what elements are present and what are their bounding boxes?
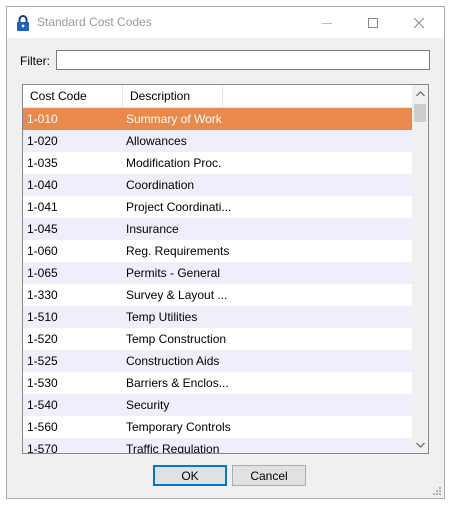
column-header-cost-code[interactable]: Cost Code [23,85,123,107]
cost-code-cell: 1-525 [27,354,58,368]
description-cell: Insurance [126,222,179,236]
padlock-icon [17,15,29,31]
table-row[interactable]: 1-045 Insurance [23,218,412,240]
scroll-down-button[interactable] [412,436,428,453]
table-row[interactable]: 1-520 Temp Construction [23,328,412,350]
description-cell: Summary of Work [126,112,222,126]
cost-code-cell: 1-330 [27,288,58,302]
cost-code-cell: 1-020 [27,134,58,148]
table-row[interactable]: 1-065 Permits - General [23,262,412,284]
close-button[interactable] [396,7,442,38]
table-row[interactable]: 1-010 Summary of Work [23,108,412,130]
table-row[interactable]: 1-060 Reg. Requirements [23,240,412,262]
dialog-window: Standard Cost Codes Filter: Cost Code De… [6,6,445,499]
description-cell: Barriers & Enclos... [126,376,229,390]
ok-button[interactable]: OK [153,465,227,486]
filter-input[interactable] [56,50,430,70]
description-cell: Temp Construction [126,332,227,346]
description-cell: Allowances [126,134,187,148]
column-header-description[interactable]: Description [123,85,223,107]
table-row[interactable]: 1-020 Allowances [23,130,412,152]
description-cell: Survey & Layout ... [126,288,228,302]
cost-code-cell: 1-065 [27,266,58,280]
cost-code-cell: 1-045 [27,222,58,236]
table-row[interactable]: 1-525 Construction Aids [23,350,412,372]
cost-code-cell: 1-540 [27,398,58,412]
description-cell: Reg. Requirements [126,244,230,258]
table-row[interactable]: 1-570 Traffic Regulation [23,438,412,453]
cost-code-cell: 1-035 [27,156,58,170]
minimize-icon [322,22,332,24]
description-cell: Modification Proc. [126,156,222,170]
title-bar[interactable]: Standard Cost Codes [7,7,444,38]
table-row[interactable]: 1-040 Coordination [23,174,412,196]
scroll-up-button[interactable] [412,85,428,102]
scroll-thumb[interactable] [414,104,426,122]
cost-code-cell: 1-560 [27,420,58,434]
description-cell: Security [126,398,170,412]
maximize-button[interactable] [350,7,396,38]
description-cell: Traffic Regulation [126,442,220,453]
cost-code-cell: 1-520 [27,332,58,346]
chevron-down-icon [415,442,425,448]
close-icon [414,17,424,28]
description-cell: Permits - General [126,266,221,280]
table-row[interactable]: 1-540 Security [23,394,412,416]
cost-code-cell: 1-570 [27,442,58,453]
grid-header: Cost Code Description [23,85,412,108]
table-row[interactable]: 1-330 Survey & Layout ... [23,284,412,306]
cost-code-cell: 1-060 [27,244,58,258]
grid-rows: 1-010 Summary of Work 1-020 Allowances 1-035… [23,108,412,453]
description-cell: Project Coordinati... [126,200,232,214]
minimize-button[interactable] [304,7,350,38]
vertical-scrollbar[interactable] [412,85,428,453]
cost-code-cell: 1-041 [27,200,58,214]
table-row[interactable]: 1-560 Temporary Controls [23,416,412,438]
description-cell: Construction Aids [126,354,220,368]
cost-code-grid[interactable]: Cost Code Description 1-010 Summary of Wo… [22,84,429,454]
cost-code-cell: 1-040 [27,178,58,192]
cost-code-cell: 1-010 [27,112,58,126]
cancel-button[interactable]: Cancel [232,465,306,486]
cost-code-cell: 1-510 [27,310,58,324]
cost-code-cell: 1-530 [27,376,58,390]
chevron-up-icon [415,90,425,96]
table-row[interactable]: 1-530 Barriers & Enclos... [23,372,412,394]
table-row[interactable]: 1-041 Project Coordinati... [23,196,412,218]
description-cell: Temp Utilities [126,310,198,324]
window-title: Standard Cost Codes [37,15,152,29]
description-cell: Coordination [126,178,195,192]
description-cell: Temporary Controls [126,420,231,434]
resize-grip-icon[interactable] [432,486,442,496]
maximize-icon [368,17,378,28]
table-row[interactable]: 1-510 Temp Utilities [23,306,412,328]
table-row[interactable]: 1-035 Modification Proc. [23,152,412,174]
filter-label: Filter: [20,54,50,68]
